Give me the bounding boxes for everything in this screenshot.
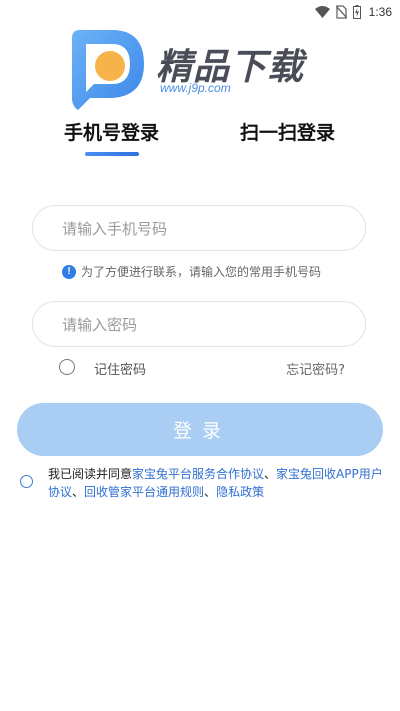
logo-url-text: www.j9p.com (160, 81, 231, 95)
phone-input[interactable] (60, 206, 354, 252)
app-logo: 精品下载 www.j9p.com (68, 28, 338, 112)
phone-hint-text: 为了方便进行联系，请输入您的常用手机号码 (81, 265, 322, 279)
battery-charging-icon (352, 5, 361, 19)
agreement-separator: 、 (72, 485, 85, 499)
agreement-link-rules[interactable]: 回收管家平台通用规则 (84, 485, 204, 499)
info-icon: ! (62, 264, 76, 279)
agreement-radio[interactable] (20, 475, 33, 488)
wifi-icon (314, 6, 330, 18)
no-sim-icon (335, 5, 347, 19)
remember-row: 记住密码 忘记密码? (58, 356, 348, 378)
agreement-separator: 、 (204, 485, 217, 499)
phone-hint: ! 为了方便进行联系，请输入您的常用手机号码 (62, 263, 321, 280)
remember-password-label[interactable]: 记住密码 (94, 359, 146, 378)
status-icons: 1:36 (314, 3, 392, 21)
forgot-password-link[interactable]: 忘记密码? (286, 359, 345, 378)
agreement-link-service[interactable]: 家宝兔平台服务合作协议 (132, 467, 264, 481)
tab-scan-login[interactable]: 扫一扫登录 (240, 118, 335, 145)
agreement-link-privacy[interactable]: 隐私政策 (216, 485, 264, 499)
agreement-separator: 、 (264, 467, 277, 481)
logo-p-icon (72, 30, 144, 110)
login-button[interactable]: 登录 (17, 403, 383, 456)
agreement-prefix: 我已阅读并同意 (48, 467, 133, 481)
status-time: 1:36 (368, 5, 392, 19)
status-bar: 1:36 (0, 0, 400, 24)
password-input[interactable] (60, 302, 354, 348)
phone-field-container (32, 205, 366, 252)
tab-phone-login[interactable]: 手机号登录 (64, 118, 159, 145)
remember-password-radio[interactable] (59, 359, 75, 375)
agreement-text: 我已阅读并同意家宝兔平台服务合作协议、家宝兔回收APP用户协议、回收管家平台通用… (48, 465, 388, 501)
login-tabs: 手机号登录 扫一扫登录 (0, 118, 400, 158)
active-tab-indicator (85, 152, 139, 156)
password-field-container (32, 301, 366, 348)
